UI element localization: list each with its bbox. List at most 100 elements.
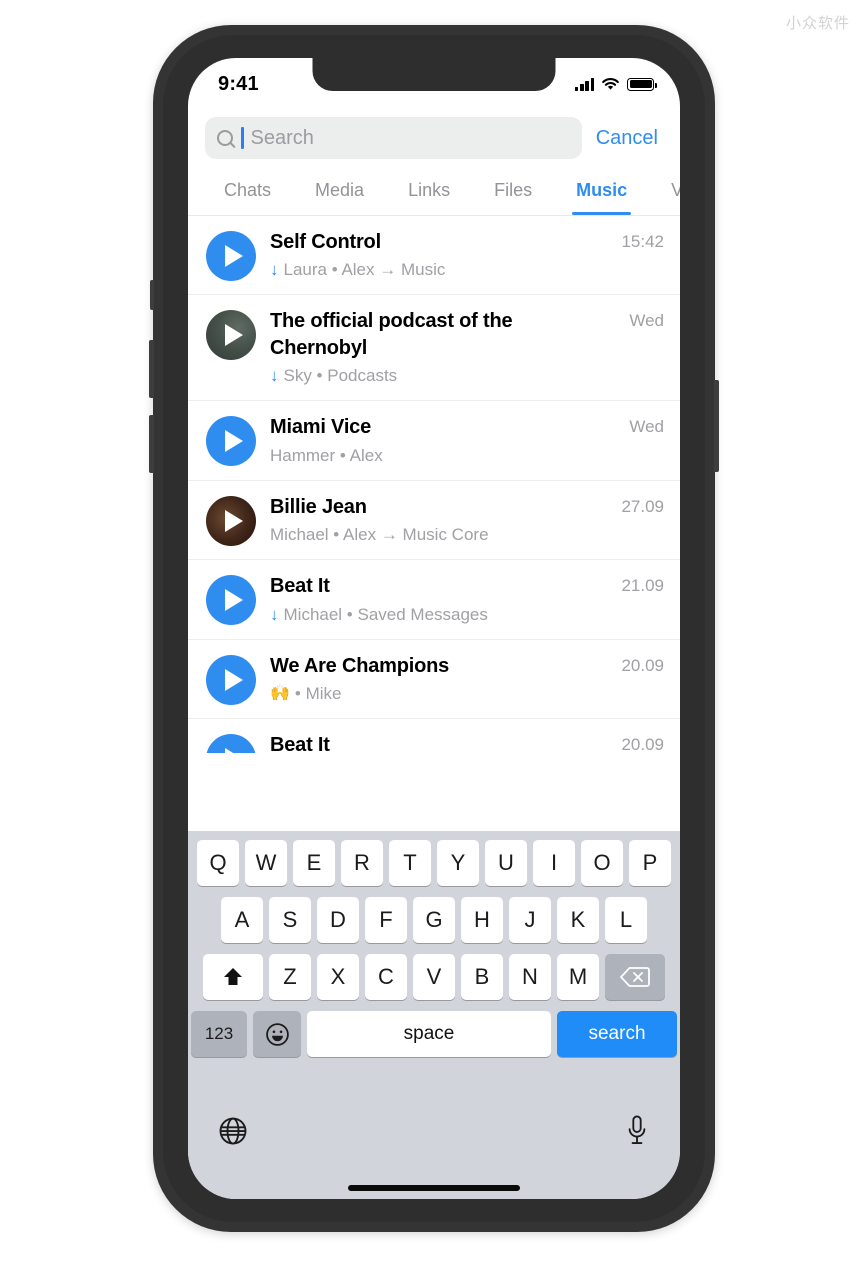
key-a[interactable]: A	[221, 897, 263, 943]
key-s[interactable]: S	[269, 897, 311, 943]
track-time: 15:42	[621, 232, 664, 251]
track-subtitle-text: Sky • Podcasts	[283, 366, 398, 386]
track-time: 21.09	[621, 576, 664, 596]
key-i[interactable]: I	[533, 840, 575, 886]
track-title: The official podcast of the Chernobyl	[270, 310, 513, 359]
list-item-body: Miami Vice Hammer • Alex	[270, 414, 615, 466]
list-item-body: We Are Champions 🙌 • Mike	[270, 653, 607, 705]
key-v[interactable]: V	[413, 954, 455, 1000]
track-time: 27.09	[621, 496, 664, 516]
track-subtitle-text: Michael • Saved Messages	[283, 604, 488, 624]
play-circle-icon[interactable]	[206, 575, 256, 626]
list-item[interactable]: The official podcast of the Chernobyl ↓ …	[188, 295, 680, 402]
track-subtitle: Michael • Alex → Music Core	[270, 524, 597, 546]
track-title: Billie Jean	[270, 495, 367, 518]
list-item[interactable]: Beat It ↓ Michael • Saved Messages 21.09	[188, 560, 680, 640]
volume-up-button[interactable]	[149, 340, 154, 398]
key-b[interactable]: B	[461, 954, 503, 1000]
key-k[interactable]: K	[557, 897, 599, 943]
search-key[interactable]: search	[557, 1011, 677, 1057]
track-subtitle: 🙌 • Mike	[270, 683, 597, 705]
microphone-icon	[628, 1115, 646, 1144]
key-c[interactable]: C	[365, 954, 407, 1000]
globe-icon	[219, 1117, 247, 1144]
emoji-smiley-icon	[265, 1022, 289, 1046]
track-title: Self Control	[270, 231, 381, 253]
keyboard-row-3: Z X C V B N M	[188, 954, 680, 1000]
tab-files[interactable]: Files	[472, 166, 554, 215]
download-icon: ↓	[270, 604, 279, 624]
keyboard-row-1: Q W E R T Y U I O P	[188, 840, 680, 886]
list-item[interactable]: Miami Vice Hammer • Alex Wed	[188, 401, 680, 481]
tab-media[interactable]: Media	[293, 166, 386, 215]
key-r[interactable]: R	[341, 840, 383, 886]
track-time: 20.09	[621, 735, 664, 754]
backspace-key[interactable]	[605, 954, 665, 1000]
battery-full-icon	[627, 77, 657, 91]
key-x[interactable]: X	[317, 954, 359, 1000]
play-circle-icon[interactable]	[206, 654, 256, 705]
key-n[interactable]: N	[509, 954, 551, 1000]
space-key[interactable]: space	[307, 1011, 551, 1057]
list-item[interactable]: Self Control ↓ Laura • Alex → Music 15:4…	[188, 216, 680, 296]
play-circle-icon[interactable]	[206, 416, 256, 467]
key-t[interactable]: T	[389, 840, 431, 886]
list-item[interactable]: We Are Champions 🙌 • Mike 20.09	[188, 640, 680, 720]
shift-key[interactable]	[203, 954, 263, 1000]
search-input[interactable]: Search	[205, 117, 582, 159]
keyboard-row-4: 123 space search	[188, 1011, 680, 1057]
power-button[interactable]	[714, 380, 719, 472]
numeric-key[interactable]: 123	[191, 1011, 247, 1057]
search-placeholder: Search	[250, 126, 314, 149]
shift-icon	[224, 968, 242, 985]
key-o[interactable]: O	[581, 840, 623, 886]
track-title: We Are Champions	[270, 654, 450, 677]
play-circle-icon[interactable]	[206, 734, 256, 754]
key-d[interactable]: D	[317, 897, 359, 943]
key-j[interactable]: J	[509, 897, 551, 943]
status-icons	[575, 77, 657, 91]
track-title: Miami Vice	[270, 416, 372, 439]
tab-voice[interactable]: Voi	[649, 166, 680, 215]
home-indicator[interactable]	[348, 1185, 520, 1191]
track-subtitle-text: Michael • Alex → Music Core	[270, 525, 489, 545]
dictation-key[interactable]	[624, 1115, 650, 1147]
play-circle-icon[interactable]	[206, 495, 256, 546]
list-item-body: Self Control ↓ Laura • Alex → Music	[270, 229, 607, 281]
track-time: Wed	[629, 417, 664, 437]
key-l[interactable]: L	[605, 897, 647, 943]
globe-key[interactable]	[218, 1116, 248, 1146]
key-e[interactable]: E	[293, 840, 335, 886]
cancel-button[interactable]: Cancel	[582, 127, 666, 150]
emoji-key[interactable]	[253, 1011, 301, 1057]
key-p[interactable]: P	[629, 840, 671, 886]
tab-links[interactable]: Links	[386, 166, 472, 215]
list-item[interactable]: Beat It 20.09	[188, 719, 680, 754]
key-g[interactable]: G	[413, 897, 455, 943]
volume-down-button[interactable]	[149, 415, 154, 473]
track-time: 20.09	[621, 655, 664, 675]
track-time: Wed	[629, 311, 664, 331]
play-circle-icon[interactable]	[206, 231, 256, 281]
signal-bars-icon	[575, 77, 594, 91]
key-z[interactable]: Z	[269, 954, 311, 1000]
mute-switch-button[interactable]	[150, 280, 154, 310]
list-item-body: Beat It ↓ Michael • Saved Messages	[270, 573, 607, 625]
track-subtitle-text: • Mike	[294, 684, 342, 704]
key-u[interactable]: U	[485, 840, 527, 886]
backspace-icon	[620, 967, 650, 987]
tab-chats[interactable]: Chats	[202, 166, 293, 215]
list-item[interactable]: Billie Jean Michael • Alex → Music Core …	[188, 481, 680, 561]
watermark: 小众软件	[785, 14, 850, 32]
track-subtitle: Hammer • Alex	[270, 445, 605, 467]
key-y[interactable]: Y	[437, 840, 479, 886]
key-h[interactable]: H	[461, 897, 503, 943]
list-item-body: Billie Jean Michael • Alex → Music Core	[270, 494, 607, 546]
tab-music[interactable]: Music	[554, 166, 649, 215]
key-q[interactable]: Q	[197, 840, 239, 886]
play-circle-icon[interactable]	[206, 310, 256, 361]
key-w[interactable]: W	[245, 840, 287, 886]
key-m[interactable]: M	[557, 954, 599, 1000]
virtual-keyboard[interactable]: Q W E R T Y U I O P A S D F G H J K L Z …	[188, 831, 680, 1199]
key-f[interactable]: F	[365, 897, 407, 943]
